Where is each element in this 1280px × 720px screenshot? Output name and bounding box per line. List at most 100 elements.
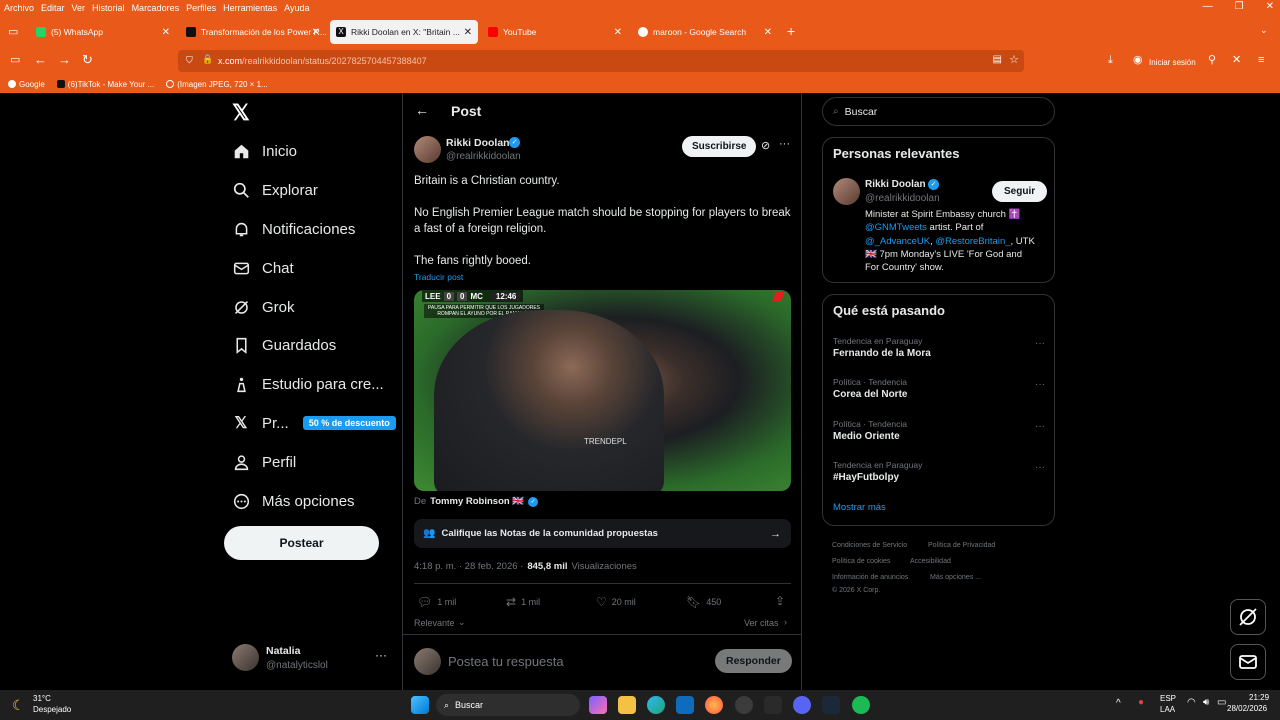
share-icon[interactable]: ⇪ <box>775 594 785 608</box>
source-name[interactable]: Tommy Robinson 🇬🇧 <box>430 496 524 507</box>
menu-editar[interactable]: Editar <box>41 3 65 13</box>
bookmark-star-icon[interactable]: ☆ <box>1009 53 1019 66</box>
battery-icon[interactable]: ▭ <box>1217 697 1226 708</box>
tab-overflow-icon[interactable]: ⌄ <box>1260 25 1268 36</box>
person-avatar[interactable] <box>833 178 860 205</box>
footer-link[interactable]: Política de Privacidad <box>928 542 995 549</box>
nav-explore[interactable]: Explorar <box>232 175 318 205</box>
footer-link[interactable]: Accesibilidad <box>910 558 951 565</box>
nav-more[interactable]: Más opciones <box>232 486 355 516</box>
nav-chat[interactable]: Chat <box>232 253 294 283</box>
forward-icon[interactable]: → <box>58 53 71 67</box>
menu-marcadores[interactable]: Marcadores <box>132 3 180 13</box>
tab-tiktok[interactable]: Transformación de los Power R... ✕ <box>180 20 326 44</box>
url-bar[interactable]: ⛉ 🔒 x.com/realrikkidoolan/status/2027825… <box>178 50 1024 72</box>
edge-icon[interactable] <box>647 696 665 714</box>
account-switcher[interactable]: Natalia @natalyticslol ··· <box>232 644 392 674</box>
copilot-icon[interactable] <box>589 696 607 714</box>
menu-historial[interactable]: Historial <box>92 3 125 13</box>
nav-profile[interactable]: Perfil <box>232 447 296 477</box>
show-more-link[interactable]: Mostrar más <box>833 502 886 513</box>
trend-item[interactable]: Tendencia en Paraguay #HayFutbolpy ··· <box>833 460 1045 483</box>
messages-fab-button[interactable] <box>1230 644 1266 680</box>
reader-view-icon[interactable]: ▤ <box>993 54 1002 65</box>
tab-youtube[interactable]: YouTube ✕ <box>482 20 628 44</box>
subscribe-button[interactable]: Suscribirse <box>682 136 757 157</box>
chevron-up-icon[interactable]: ^ <box>1116 698 1121 709</box>
more-icon[interactable]: ··· <box>1035 462 1045 473</box>
app-menu-icon[interactable]: ≡ <box>1258 53 1264 67</box>
x-logo-icon[interactable]: 𝕏 <box>232 100 250 126</box>
nav-bookmarks[interactable]: Guardados <box>232 330 336 360</box>
person-handle[interactable]: @realrikkidoolan <box>865 193 940 204</box>
reply-button-submit[interactable]: Responder <box>715 649 792 673</box>
sort-relevant[interactable]: Relevante <box>414 618 455 628</box>
weather-icon[interactable]: ☾ <box>12 697 25 714</box>
nav-notifications[interactable]: Notificaciones <box>232 214 355 244</box>
menu-herramientas[interactable]: Herramientas <box>223 3 277 13</box>
bio-mention[interactable]: @GNMTweets <box>865 222 927 233</box>
more-icon[interactable]: ··· <box>1035 338 1045 349</box>
menu-ayuda[interactable]: Ayuda <box>284 3 309 13</box>
close-window-icon[interactable]: ✕ <box>1266 1 1274 12</box>
author-handle[interactable]: @realrikkidoolan <box>446 151 521 162</box>
more-icon[interactable]: ··· <box>1035 379 1045 390</box>
nav-creator-studio[interactable]: Estudio para cre... <box>232 369 384 399</box>
bio-mention[interactable]: @RestoreBritain_ <box>935 236 1010 247</box>
menu-archivo[interactable]: Archivo <box>4 3 34 13</box>
firefox-icon[interactable] <box>705 696 723 714</box>
nav-grok[interactable]: Grok <box>232 292 295 322</box>
weather-temp[interactable]: 31°C <box>33 694 51 703</box>
community-notes-banner[interactable]: 👥 Califique las Notas de la comunidad pr… <box>414 519 791 548</box>
minimize-icon[interactable]: — <box>1203 1 1213 12</box>
close-tab-icon[interactable]: ✕ <box>162 27 170 38</box>
taskbar-search[interactable]: ⌕ Buscar <box>436 694 580 716</box>
lang-code[interactable]: ESP <box>1160 694 1176 703</box>
bookmark-image[interactable]: (Imagen JPEG, 720 × 1... <box>166 80 268 89</box>
translate-link[interactable]: Traducir post <box>414 272 463 282</box>
post-button[interactable]: Postear <box>224 526 379 560</box>
author-name[interactable]: Rikki Doolan <box>446 137 510 149</box>
windows-start-icon[interactable] <box>411 696 429 714</box>
footer-link[interactable]: Información de anuncios <box>832 574 908 581</box>
volume-icon[interactable]: 🔊︎ <box>1203 697 1209 708</box>
nav-premium[interactable]: 𝕏 Pr... 50 % de descuento <box>232 408 396 438</box>
chrome-icon[interactable] <box>735 696 753 714</box>
back-arrow-icon[interactable]: ← <box>415 102 429 118</box>
grok-fab-button[interactable] <box>1230 599 1266 635</box>
reload-icon[interactable]: ↻ <box>82 53 93 67</box>
like-button[interactable]: ♡ 20 mil <box>596 595 636 609</box>
extensions-icon[interactable]: ⚲ <box>1208 53 1216 67</box>
mic-icon[interactable]: ● <box>1138 697 1144 708</box>
menu-ver[interactable]: Ver <box>72 3 86 13</box>
close-tab-icon[interactable]: ✕ <box>464 27 472 38</box>
trend-item[interactable]: Tendencia en Paraguay Fernando de la Mor… <box>833 336 1045 359</box>
more-icon[interactable]: ··· <box>1035 421 1045 432</box>
close-tab-icon[interactable]: ✕ <box>764 27 772 38</box>
close-tab-icon[interactable]: ✕ <box>614 27 622 38</box>
footer-link[interactable]: Política de cookies <box>832 558 890 565</box>
tab-whatsapp[interactable]: (5) WhatsApp ✕ <box>30 20 176 44</box>
new-tab-icon[interactable]: + <box>787 23 795 39</box>
menu-perfiles[interactable]: Perfiles <box>186 3 216 13</box>
downloads-icon[interactable]: ⤓ <box>1108 53 1113 67</box>
clock-time[interactable]: 21:29 <box>1249 693 1269 702</box>
restore-icon[interactable]: ❐ <box>1235 1 1244 12</box>
wifi-icon[interactable]: ◠ <box>1187 697 1196 708</box>
post-time[interactable]: 4:18 p. m. · 28 feb. 2026 · <box>414 561 523 572</box>
clock-date[interactable]: 28/02/2026 <box>1227 704 1267 713</box>
bio-mention[interactable]: @_AdvanceUK <box>865 236 930 247</box>
search-input[interactable]: ⌕ Buscar <box>822 97 1055 126</box>
person-name[interactable]: Rikki Doolan <box>865 179 926 190</box>
spotify-icon[interactable] <box>852 696 870 714</box>
more-icon[interactable]: ··· <box>375 648 387 662</box>
steam-icon[interactable] <box>822 696 840 714</box>
trend-item[interactable]: Política · Tendencia Medio Oriente ··· <box>833 419 1045 442</box>
bookmark-tiktok[interactable]: (6)TikTok - Make Your ... <box>56 80 154 89</box>
nav-home[interactable]: Inicio <box>232 136 297 166</box>
trend-item[interactable]: Política · Tendencia Corea del Norte ··· <box>833 377 1045 400</box>
footer-link[interactable]: Condiciones de Servicio <box>832 542 907 549</box>
epic-games-icon[interactable] <box>764 696 782 714</box>
author-avatar[interactable] <box>414 136 441 163</box>
follow-button[interactable]: Seguir <box>992 181 1048 202</box>
